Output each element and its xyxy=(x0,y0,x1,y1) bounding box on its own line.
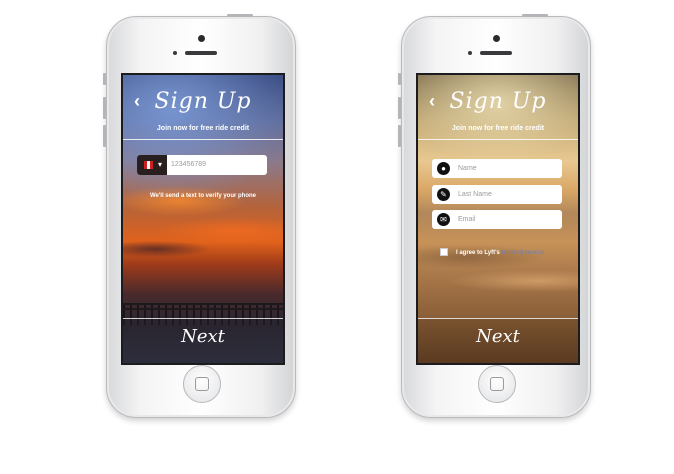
signup-screen-details: ‹ Sign Up Join now for free ride credit … xyxy=(416,73,580,365)
terms-agreement: I agree to Lyft's terms of service xyxy=(440,248,544,258)
mute-switch xyxy=(103,73,106,85)
volume-down-button xyxy=(398,125,401,147)
country-code-dropdown[interactable]: ▾ xyxy=(137,155,167,175)
power-button xyxy=(522,14,548,17)
email-field[interactable]: ✉ Email xyxy=(432,210,562,229)
name-input[interactable]: Name xyxy=(458,163,477,174)
page-title: Sign Up xyxy=(154,89,252,114)
header: ‹ Sign Up Join now for free ride credit xyxy=(418,75,578,140)
name-field[interactable]: ● Name xyxy=(432,159,562,178)
speaker-grille xyxy=(480,51,512,55)
verify-info-text: We'll send a text to verify your phone xyxy=(149,193,256,199)
mail-icon: ✉ xyxy=(437,213,450,226)
chevron-down-icon: ▾ xyxy=(158,160,163,169)
sensor xyxy=(173,51,177,55)
volume-up-button xyxy=(103,97,106,119)
mute-switch xyxy=(398,73,401,85)
home-button xyxy=(183,365,221,403)
user-icon: ● xyxy=(437,162,450,175)
terms-link[interactable]: terms of service xyxy=(502,250,544,256)
volume-down-button xyxy=(103,125,106,147)
next-button[interactable]: Next xyxy=(123,318,283,363)
home-button xyxy=(478,365,516,403)
signup-screen-phone: ‹ Sign Up Join now for free ride credit … xyxy=(121,73,285,365)
power-button xyxy=(227,14,253,17)
camera-icon xyxy=(197,35,205,42)
speaker-grille xyxy=(185,51,217,55)
page-title: Sign Up xyxy=(449,89,547,114)
phone-frame-left: ‹ Sign Up Join now for free ride credit … xyxy=(103,14,296,418)
camera-icon xyxy=(492,35,500,42)
last-name-field[interactable]: ✎ Last Name xyxy=(432,185,562,204)
phone-frame-right: ‹ Sign Up Join now for free ride credit … xyxy=(398,14,591,418)
agree-checkbox[interactable] xyxy=(440,248,448,257)
flag-icon xyxy=(144,161,153,169)
volume-up-button xyxy=(398,97,401,119)
agree-text: I agree to Lyft's xyxy=(456,250,500,256)
pencil-icon: ✎ xyxy=(437,188,450,201)
next-button[interactable]: Next xyxy=(418,318,578,363)
phone-number-field: ▾ 123456789 xyxy=(137,155,267,175)
sensor xyxy=(468,51,472,55)
page-subtitle: Join now for free ride credit xyxy=(451,125,545,132)
phone-input[interactable]: 123456789 xyxy=(171,159,261,171)
email-input[interactable]: Email xyxy=(458,214,476,225)
header: ‹ Sign Up Join now for free ride credit xyxy=(123,75,283,140)
page-subtitle: Join now for free ride credit xyxy=(156,125,250,132)
last-name-input[interactable]: Last Name xyxy=(458,189,492,200)
